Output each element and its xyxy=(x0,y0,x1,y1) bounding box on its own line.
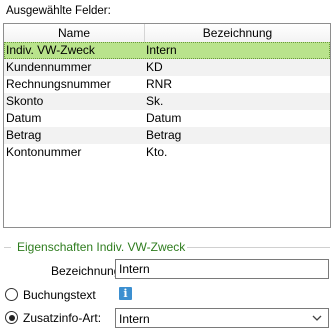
cell-bezeichnung: Betrag xyxy=(146,128,182,142)
zusatzinfo-select-value: Intern xyxy=(119,312,150,326)
cell-bezeichnung: Datum xyxy=(146,111,182,125)
table-row[interactable]: Datum Datum xyxy=(4,110,330,127)
zusatzinfo-select[interactable]: Intern xyxy=(115,308,329,328)
table-row[interactable]: Skonto Sk. xyxy=(4,93,330,110)
buchungstext-label[interactable]: Buchungstext xyxy=(23,288,96,302)
column-header-name[interactable]: Name xyxy=(4,24,145,42)
cell-bezeichnung: Intern xyxy=(146,43,177,57)
cell-name: Kontonummer xyxy=(6,145,82,159)
bezeichnung-input[interactable]: Intern xyxy=(115,259,329,279)
table-row[interactable]: Rechnungsnummer RNR xyxy=(4,76,330,93)
table-row[interactable]: Kundennummer KD xyxy=(4,59,330,76)
cell-name: Datum xyxy=(6,111,42,125)
column-header-bezeichnung[interactable]: Bezeichnung xyxy=(145,24,330,42)
zusatzinfo-label[interactable]: Zusatzinfo-Art: xyxy=(23,311,101,325)
cell-bezeichnung: KD xyxy=(146,60,163,74)
table-row[interactable]: Kontonummer Kto. xyxy=(4,144,330,161)
cell-bezeichnung: Sk. xyxy=(146,94,164,108)
bezeichnung-label: Bezeichnung: xyxy=(51,264,124,278)
group-border-left xyxy=(4,247,11,248)
cell-name: Rechnungsnummer xyxy=(6,77,111,91)
cell-name: Betrag xyxy=(6,128,42,142)
info-icon[interactable]: i xyxy=(119,287,132,300)
selected-fields-label: Ausgewählte Felder: xyxy=(6,5,111,17)
table-row[interactable]: Indiv. VW-Zweck Intern xyxy=(4,42,330,59)
chevron-down-icon xyxy=(312,315,322,321)
cell-name: Kundennummer xyxy=(6,60,92,74)
cell-name: Indiv. VW-Zweck xyxy=(6,43,95,57)
table-body: Indiv. VW-Zweck Intern Kundennummer KD Rechn… xyxy=(4,42,330,161)
zusatzinfo-radio[interactable] xyxy=(5,311,18,324)
table-row[interactable]: Betrag Betrag xyxy=(4,127,330,144)
cell-name: Skonto xyxy=(6,94,44,108)
cell-bezeichnung: Kto. xyxy=(146,145,168,159)
fields-table[interactable]: Name Bezeichnung Indiv. VW-Zweck Intern Ku… xyxy=(3,23,331,228)
properties-group-title: Eigenschaften Indiv. VW-Zweck xyxy=(15,240,188,254)
buchungstext-radio[interactable] xyxy=(5,288,18,301)
cell-bezeichnung: RNR xyxy=(146,77,172,91)
table-header: Name Bezeichnung xyxy=(4,24,330,43)
